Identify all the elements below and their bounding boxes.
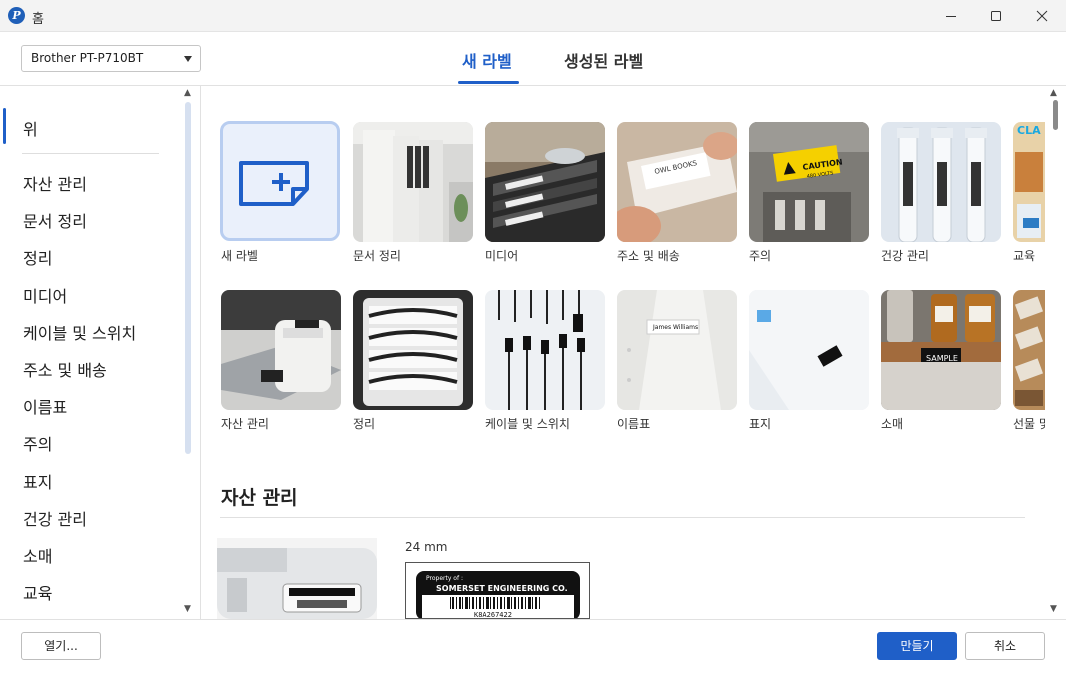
active-item-indicator <box>3 108 6 144</box>
minimize-button[interactable] <box>928 0 974 32</box>
template-asset-management[interactable] <box>221 290 341 410</box>
maximize-icon <box>991 11 1001 21</box>
preview-line3: K8A267422 <box>474 611 512 619</box>
scroll-down-icon[interactable]: ▼ <box>184 604 191 614</box>
tile-caption: 케이블 및 스위치 <box>485 417 570 431</box>
asset-template-photo[interactable] <box>217 538 377 619</box>
sidebar-item-retail[interactable]: 소매 <box>23 543 52 567</box>
sidebar-item-name-tags[interactable]: 이름표 <box>23 394 67 418</box>
close-button[interactable] <box>1019 0 1065 32</box>
tile-caption: 건강 관리 <box>881 249 929 263</box>
retail-bottles-photo: SAMPLE <box>881 290 1001 410</box>
printer-select[interactable]: Brother PT-P710BT <box>21 45 201 72</box>
label-preview[interactable]: Property of : SOMERSET ENGINEERING CO. K… <box>405 562 590 619</box>
category-sidebar: 위 자산 관리 문서 정리 정리 미디어 케이블 및 스위치 주소 및 배송 이… <box>0 86 201 619</box>
sidebar-item-document-organizing[interactable]: 문서 정리 <box>23 208 87 232</box>
tile-caption: 주의 <box>749 249 772 263</box>
tile-caption: 소매 <box>881 417 904 431</box>
education-photo: CLA <box>1013 122 1045 242</box>
sign-label-photo <box>749 290 869 410</box>
asset-label-preview-graphic: Property of : SOMERSET ENGINEERING CO. K… <box>416 571 580 619</box>
tile-caption: 이름표 <box>617 417 651 431</box>
tile-caption: 표지 <box>749 417 772 431</box>
tile-caption: 교육 <box>1013 249 1036 263</box>
open-button[interactable]: 열기... <box>21 632 101 660</box>
section-title: 자산 관리 <box>221 487 298 509</box>
new-label-icon <box>239 161 309 206</box>
template-organizing[interactable] <box>353 290 473 410</box>
sidebar-item-healthcare[interactable]: 건강 관리 <box>23 506 87 530</box>
sidebar-item-caution[interactable]: 주의 <box>23 431 52 455</box>
template-education[interactable]: CLA <box>1013 122 1045 242</box>
close-icon <box>1036 10 1048 22</box>
app-logo-icon: P <box>8 7 25 24</box>
media-cases-photo <box>485 122 605 242</box>
template-signs[interactable] <box>749 290 869 410</box>
preview-line1: Property of : <box>426 575 463 582</box>
template-caution[interactable]: CAUTION 480 VOLTS <box>749 122 869 242</box>
template-name-tags[interactable]: James Williams <box>617 290 737 410</box>
preview-line2: SOMERSET ENGINEERING CO. <box>436 584 568 593</box>
photo-text: CLA <box>1017 124 1041 137</box>
template-document-organizing[interactable] <box>353 122 473 242</box>
template-address-shipping[interactable]: OWL BOOKS <box>617 122 737 242</box>
photo-text: James Williams <box>652 324 698 331</box>
tab-new-label[interactable]: 새 라벨 <box>462 48 512 72</box>
minimize-icon <box>946 16 956 17</box>
scroll-up-icon[interactable]: ▲ <box>1050 88 1057 98</box>
new-label-tile[interactable] <box>220 121 340 241</box>
create-button[interactable]: 만들기 <box>877 632 957 660</box>
sidebar-item-signs[interactable]: 표지 <box>23 469 52 493</box>
section-divider <box>220 517 1025 518</box>
sidebar-item-media[interactable]: 미디어 <box>23 283 67 307</box>
template-retail[interactable]: SAMPLE <box>881 290 1001 410</box>
footer-bar: 열기... 만들기 취소 <box>0 619 1066 673</box>
tile-caption: 주소 및 배송 <box>617 249 680 263</box>
drawer-unit-photo <box>353 290 473 410</box>
caution-label-photo: CAUTION 480 VOLTS <box>749 122 869 242</box>
title-bar: P 홈 <box>0 0 1066 32</box>
tab-created-labels[interactable]: 생성된 라벨 <box>564 48 643 72</box>
maximize-button[interactable] <box>973 0 1019 32</box>
tape-size-label: 24 mm <box>405 540 448 554</box>
tile-caption: 정리 <box>353 417 376 431</box>
sidebar-scrollbar[interactable] <box>185 102 191 454</box>
gifts-photo <box>1013 290 1045 410</box>
sidebar-item-top[interactable]: 위 <box>23 116 38 140</box>
template-healthcare[interactable] <box>881 122 1001 242</box>
printer-closeup-photo <box>217 538 377 619</box>
main-scrollbar[interactable] <box>1053 100 1058 130</box>
sidebar-item-cables-switches[interactable]: 케이블 및 스위치 <box>23 320 136 344</box>
sidebar-item-organizing[interactable]: 정리 <box>23 245 52 269</box>
name-tag-shirt-photo: James Williams <box>617 290 737 410</box>
template-cables-switches[interactable] <box>485 290 605 410</box>
chevron-down-icon <box>184 56 192 62</box>
scroll-up-icon[interactable]: ▲ <box>184 88 191 98</box>
sidebar-item-asset-management[interactable]: 자산 관리 <box>23 171 87 195</box>
cables-photo <box>485 290 605 410</box>
address-label-photo: OWL BOOKS <box>617 122 737 242</box>
template-gifts[interactable] <box>1013 290 1045 410</box>
sidebar-item-address-shipping[interactable]: 주소 및 배송 <box>23 357 107 381</box>
window-title: 홈 <box>32 12 44 27</box>
sidebar-divider <box>22 153 159 154</box>
test-tubes-photo <box>881 122 1001 242</box>
tile-caption: 자산 관리 <box>221 417 269 431</box>
cancel-button[interactable]: 취소 <box>965 632 1045 660</box>
scroll-down-icon[interactable]: ▼ <box>1050 604 1057 614</box>
sidebar-item-education[interactable]: 교육 <box>23 580 52 604</box>
binders-photo <box>353 122 473 242</box>
photo-text: SAMPLE <box>926 354 958 363</box>
active-tab-indicator <box>458 81 519 84</box>
printer-laptop-photo <box>221 290 341 410</box>
tile-caption: 새 라벨 <box>221 249 258 263</box>
printer-select-value: Brother PT-P710BT <box>31 51 144 65</box>
tile-caption: 미디어 <box>485 249 519 263</box>
tile-caption: 문서 정리 <box>353 249 401 263</box>
template-media[interactable] <box>485 122 605 242</box>
tile-caption: 선물 및 <box>1013 417 1045 431</box>
